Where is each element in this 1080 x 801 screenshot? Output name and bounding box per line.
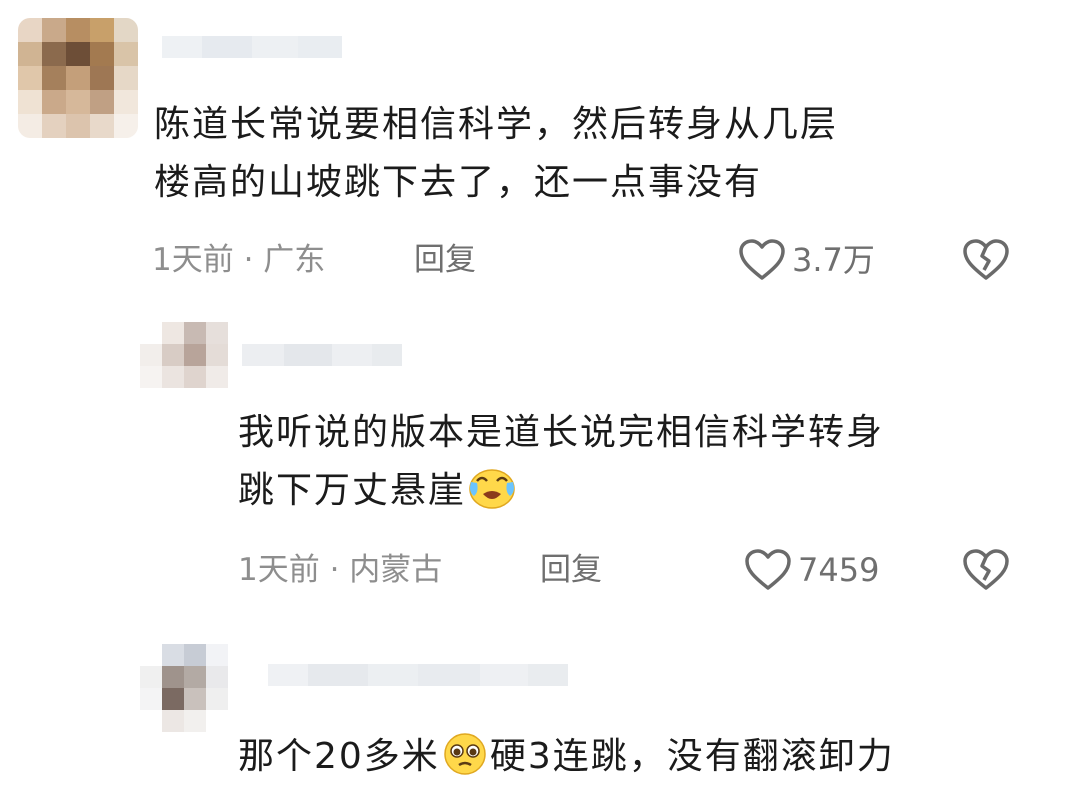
reply-text-segment: 那个20多米 — [238, 736, 440, 777]
reply-text: 那个20多米 硬3连跳，没有翻滚卸力 — [238, 728, 1068, 794]
dislike-button[interactable] — [962, 548, 1010, 592]
crying-face-icon — [466, 464, 518, 528]
reply-text-segment: 硬3连跳，没有翻滚卸力 — [489, 736, 895, 777]
like-button[interactable]: 3.7万 — [738, 238, 875, 282]
like-count: 3.7万 — [792, 241, 875, 279]
reply-button[interactable]: 回复 — [540, 550, 602, 590]
reply-text-line: 我听说的版本是道长说完相信科学转身 — [238, 412, 885, 453]
like-button[interactable]: 7459 — [744, 548, 879, 592]
heart-icon — [738, 238, 786, 282]
pleading-face-icon — [440, 730, 490, 794]
comment-text-line: 楼高的山坡跳下去了，还一点事没有 — [154, 162, 763, 203]
reply-meta: 1天前 · 内蒙古 — [238, 552, 443, 588]
comment-text: 陈道长常说要相信科学，然后转身从几层 楼高的山坡跳下去了，还一点事没有 — [154, 96, 1054, 212]
reply-text-segment: 跳下万丈悬崖 — [238, 470, 467, 511]
avatar[interactable] — [140, 644, 228, 732]
comment-meta: 1天前 · 广东 — [152, 242, 326, 278]
broken-heart-icon — [962, 238, 1010, 282]
username[interactable] — [242, 344, 402, 366]
avatar[interactable] — [140, 322, 228, 388]
username[interactable] — [268, 664, 568, 686]
comment-text-line: 陈道长常说要相信科学，然后转身从几层 — [154, 104, 839, 145]
username[interactable] — [162, 36, 342, 58]
dislike-button[interactable] — [962, 238, 1010, 282]
avatar[interactable] — [18, 18, 138, 138]
reply-button[interactable]: 回复 — [414, 240, 476, 280]
broken-heart-icon — [962, 548, 1010, 592]
heart-icon — [744, 548, 792, 592]
reply-text-line: 那个20多米 硬3连跳，没有翻滚卸力 — [238, 728, 1068, 794]
reply-text: 我听说的版本是道长说完相信科学转身 跳下万丈悬崖 — [238, 404, 1058, 528]
like-count: 7459 — [798, 551, 880, 589]
reply-text-line: 跳下万丈悬崖 — [238, 462, 1058, 528]
